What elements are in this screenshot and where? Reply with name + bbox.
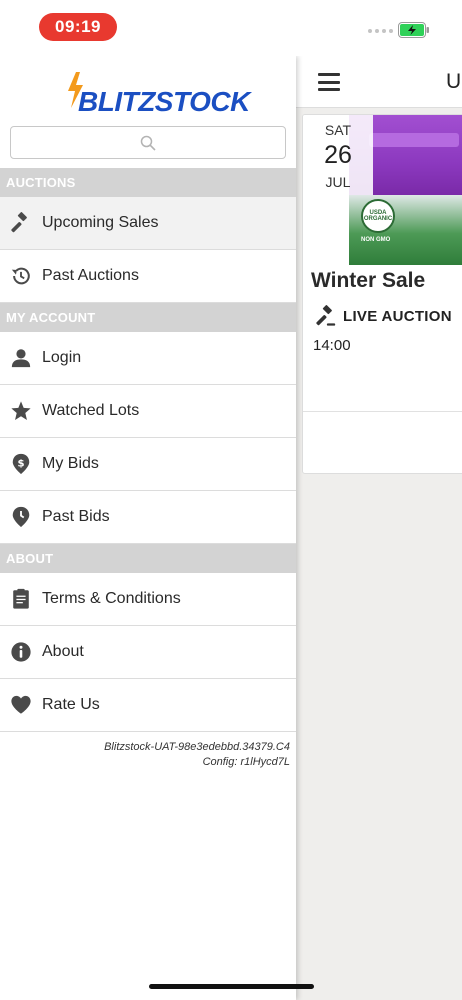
sale-card[interactable]: USDA ORGANIC NON GMO SAT 26 JUL Winter S… <box>302 114 462 474</box>
menu-item-label: Rate Us <box>42 696 100 713</box>
menu-item-label: Past Bids <box>42 508 110 525</box>
menu-item-label: Terms & Conditions <box>42 590 181 607</box>
sale-date-month: JUL <box>325 174 351 190</box>
menu-item-label: Login <box>42 349 82 366</box>
home-indicator[interactable] <box>149 984 314 989</box>
version-string: Blitzstock-UAT-98e3edebbd.34379.C4 <box>104 741 290 753</box>
user-icon <box>10 347 32 369</box>
status-time: 09:19 <box>39 13 117 41</box>
config-string: Config: r1lHycd7L <box>202 756 290 768</box>
gavel-icon <box>316 305 336 326</box>
gavel-icon <box>10 212 32 234</box>
main-content: U USDA ORGANIC NON GMO SAT 26 JUL Winter… <box>296 56 462 1000</box>
menu-item-about[interactable]: About <box>0 626 296 679</box>
menu-item-label: About <box>42 643 84 660</box>
non-gmo-label: NON GMO <box>361 237 391 243</box>
sale-date-day: 26 <box>324 141 352 169</box>
heart-icon <box>10 694 32 716</box>
menu-item-label: Past Auctions <box>42 267 139 284</box>
status-bar: 09:19 <box>0 0 462 56</box>
hamburger-menu-icon[interactable] <box>318 73 340 91</box>
sale-date-dow: SAT <box>324 122 352 138</box>
search-input[interactable] <box>10 126 286 159</box>
live-auction-badge: LIVE AUCTION <box>315 305 452 327</box>
menu-item-past-auctions[interactable]: Past Auctions <box>0 250 296 303</box>
menu-item-label: My Bids <box>42 455 99 472</box>
section-header-about: ABOUT <box>0 544 296 573</box>
star-icon <box>10 400 32 422</box>
sale-date: SAT 26 JUL <box>303 115 373 195</box>
clock-pin-icon <box>10 506 32 528</box>
logo-text: BLITZSTOCK <box>78 86 250 117</box>
navigation-drawer: BLITZSTOCK AUCTIONS Upcoming Sales Past … <box>0 56 296 1000</box>
section-header-auctions: AUCTIONS <box>0 168 296 197</box>
menu-item-label: Upcoming Sales <box>42 214 159 231</box>
menu-item-login[interactable]: Login <box>0 332 296 385</box>
header-title: U <box>446 70 462 93</box>
menu-item-upcoming-sales[interactable]: Upcoming Sales <box>0 197 296 250</box>
svg-text:$: $ <box>17 458 24 469</box>
sale-title: Winter Sale <box>311 269 426 292</box>
section-header-my-account: MY ACCOUNT <box>0 303 296 332</box>
sale-time: 14:00 <box>313 337 351 354</box>
history-icon <box>10 265 32 287</box>
version-info: Blitzstock-UAT-98e3edebbd.34379.C4 Confi… <box>104 740 290 770</box>
blitzstock-logo: BLITZSTOCK <box>66 72 250 116</box>
lightning-bolt-icon <box>68 72 83 108</box>
card-divider <box>303 411 462 412</box>
info-icon <box>10 641 32 663</box>
dollar-pin-icon: $ <box>10 453 32 475</box>
battery-charging-icon <box>398 22 429 38</box>
document-icon <box>10 588 32 610</box>
search-icon <box>140 135 156 151</box>
live-auction-label: LIVE AUCTION <box>343 307 452 325</box>
menu-item-watched-lots[interactable]: Watched Lots <box>0 385 296 438</box>
signal-icon <box>368 29 393 33</box>
usda-organic-badge: USDA ORGANIC <box>361 199 395 233</box>
menu-item-terms-conditions[interactable]: Terms & Conditions <box>0 573 296 626</box>
content-header: U <box>296 56 462 108</box>
menu-item-label: Watched Lots <box>42 402 140 419</box>
menu-item-my-bids[interactable]: $ My Bids <box>0 438 296 491</box>
menu-item-past-bids[interactable]: Past Bids <box>0 491 296 544</box>
menu-item-rate-us[interactable]: Rate Us <box>0 679 296 732</box>
